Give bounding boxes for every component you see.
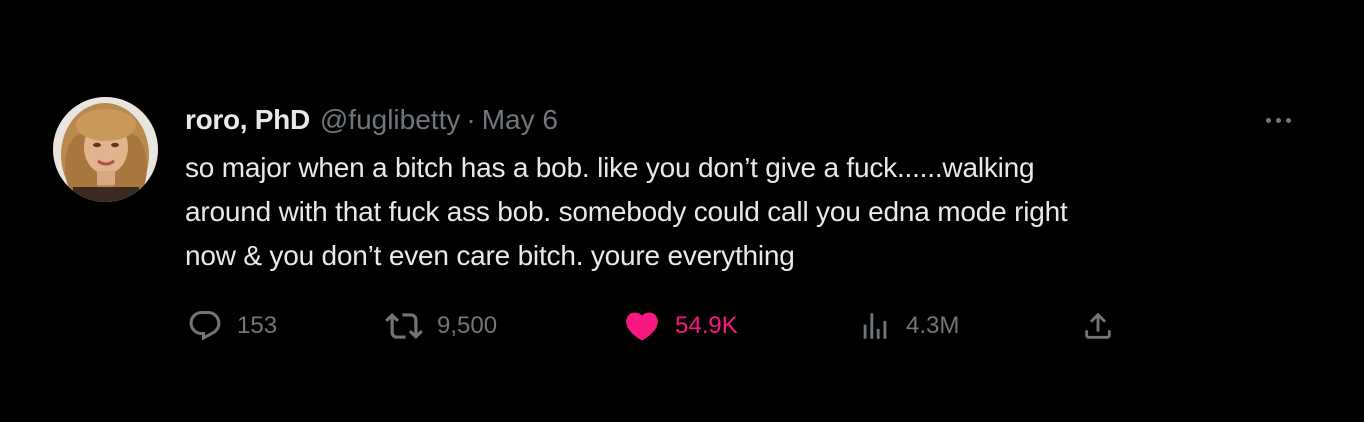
reply-icon <box>189 311 221 341</box>
like-count: 54.9K <box>675 312 738 339</box>
reply-button[interactable]: 153 <box>187 306 277 346</box>
reply-count: 153 <box>237 312 278 339</box>
heart-icon <box>626 312 658 341</box>
tweet: roro, PhD @fuglibetty · May 6 so major w… <box>0 0 1364 422</box>
more-icon <box>1265 117 1271 123</box>
tweet-header: roro, PhD @fuglibetty · May 6 <box>185 100 558 140</box>
tweet-date[interactable]: May 6 <box>482 100 558 140</box>
tweet-text-line: around with that fuck ass bob. somebody … <box>185 196 1068 227</box>
more-button[interactable] <box>1258 106 1298 134</box>
tweet-text-line: now & you don’t even care bitch. youre e… <box>185 240 795 271</box>
retweet-button[interactable]: 9,500 <box>385 306 497 346</box>
avatar-image <box>53 97 158 202</box>
action-bar: 153 9,500 54.9K 4.3M <box>185 306 1145 346</box>
avatar[interactable] <box>53 97 158 202</box>
tweet-text-line: so major when a bitch has a bob. like yo… <box>185 152 1035 183</box>
share-button[interactable] <box>1081 306 1115 346</box>
tweet-text: so major when a bitch has a bob. like yo… <box>185 146 1305 278</box>
author-handle[interactable]: @fuglibetty <box>320 100 461 140</box>
views-count: 4.3M <box>906 312 960 339</box>
like-button[interactable]: 54.9K <box>623 306 738 346</box>
retweet-icon <box>385 313 423 339</box>
more-icon-dot <box>1275 117 1281 123</box>
retweet-count: 9,500 <box>437 312 498 339</box>
more-icon-dot <box>1285 117 1291 123</box>
separator-dot: · <box>466 104 476 135</box>
views-button[interactable]: 4.3M <box>858 306 959 346</box>
author-name[interactable]: roro, PhD <box>185 100 310 140</box>
share-icon <box>1085 312 1111 339</box>
views-icon <box>863 313 887 339</box>
